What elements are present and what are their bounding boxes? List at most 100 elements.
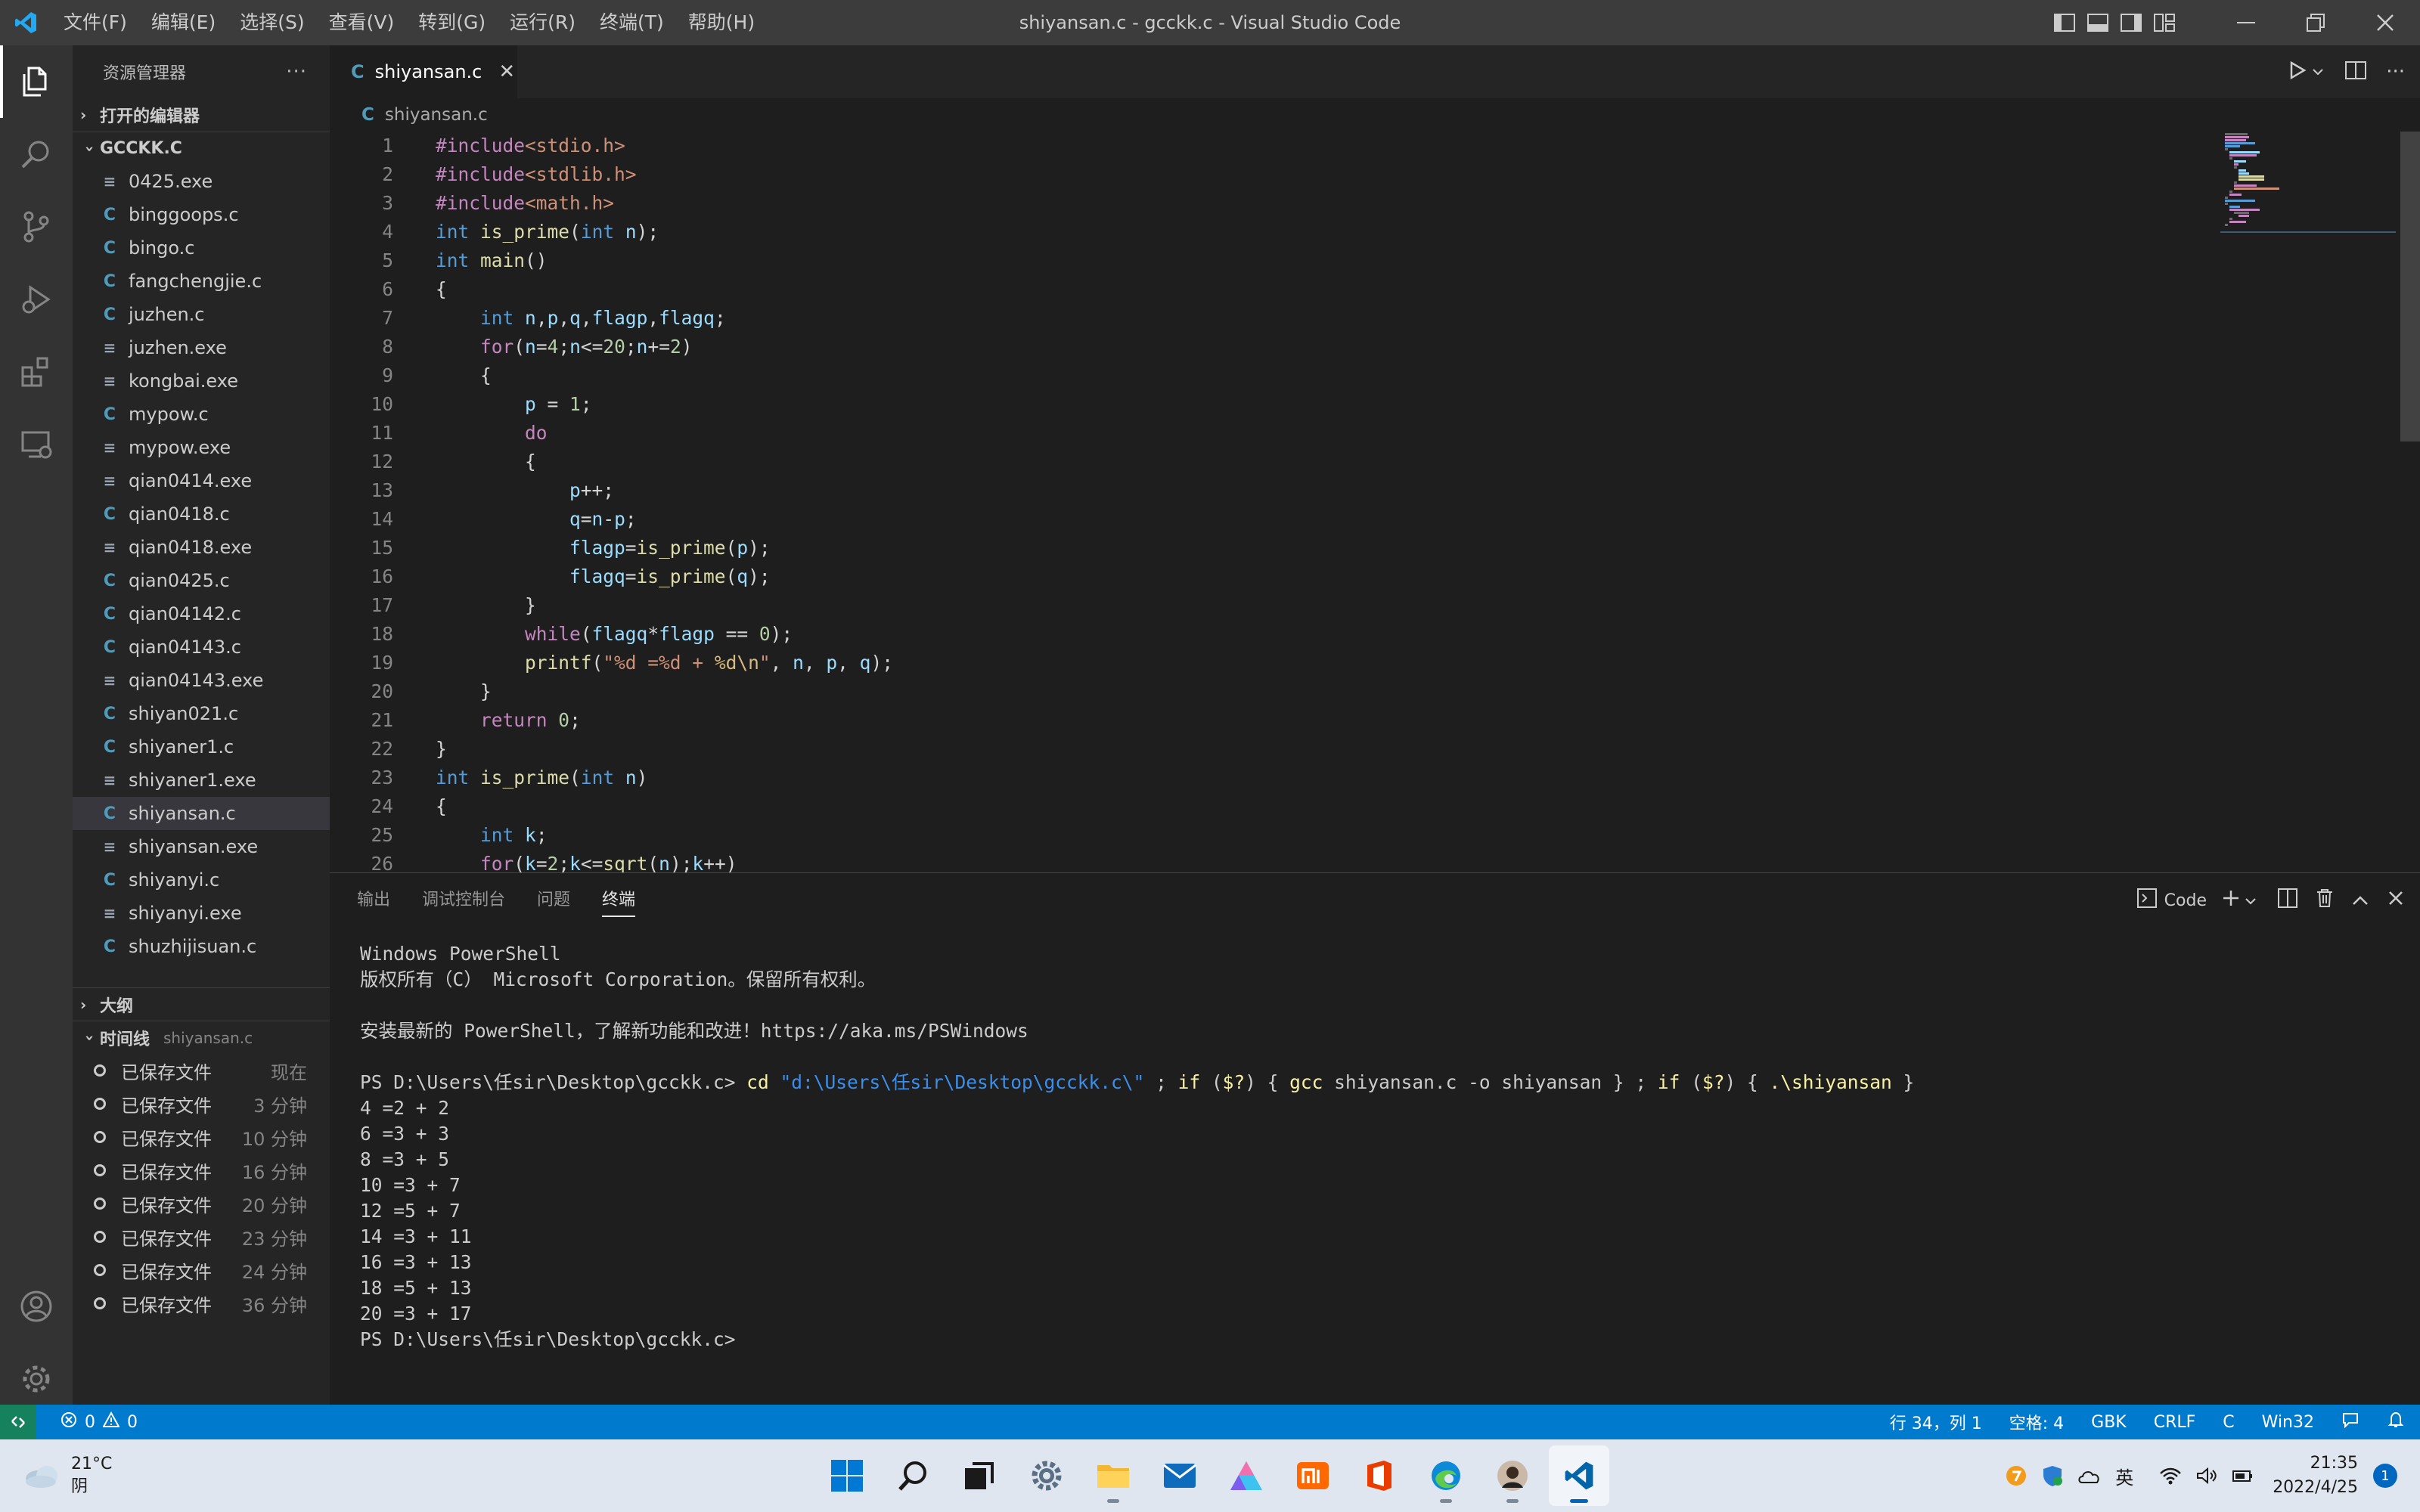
timeline-item[interactable]: 已保存文件 23 分钟 xyxy=(73,1220,330,1253)
notification-count-badge[interactable]: 1 xyxy=(2373,1464,2397,1488)
file-item[interactable]: Cqian0425.c xyxy=(73,564,330,597)
new-terminal-plus-icon[interactable] xyxy=(2222,889,2240,912)
source-control-icon[interactable] xyxy=(0,191,73,263)
timeline-item[interactable]: 已保存文件 36 分钟 xyxy=(73,1287,330,1320)
accounts-icon[interactable] xyxy=(0,1270,73,1343)
close-window-icon[interactable] xyxy=(2350,0,2420,45)
file-item[interactable]: Cbinggoops.c xyxy=(73,198,330,231)
mi-app-icon[interactable] xyxy=(1283,1445,1343,1506)
explorer-icon[interactable] xyxy=(0,45,73,118)
timeline-item[interactable]: 已保存文件 20 分钟 xyxy=(73,1187,330,1220)
menu-file[interactable]: 文件(F) xyxy=(51,0,139,45)
search-icon[interactable] xyxy=(0,118,73,191)
timeline-item[interactable]: 已保存文件 3 分钟 xyxy=(73,1087,330,1120)
menu-help[interactable]: 帮助(H) xyxy=(676,0,767,45)
tab-problems[interactable]: 问题 xyxy=(537,873,570,928)
remote-indicator-icon[interactable] xyxy=(0,1405,36,1439)
more-actions-icon[interactable]: ··· xyxy=(2386,60,2405,83)
office-icon[interactable] xyxy=(1349,1445,1410,1506)
feedback-icon[interactable] xyxy=(2341,1411,2360,1433)
split-editor-icon[interactable] xyxy=(2345,61,2367,82)
menu-view[interactable]: 查看(V) xyxy=(317,0,407,45)
photos-app-icon[interactable] xyxy=(1216,1445,1277,1506)
toggle-secondary-sidebar-icon[interactable] xyxy=(2114,0,2148,45)
code-editor[interactable]: 1 #include<stdio.h> 2 #include<stdlib.h> 3 #i… xyxy=(330,132,2402,872)
timeline-item[interactable]: 已保存文件 10 分钟 xyxy=(73,1120,330,1154)
file-item[interactable]: Cmypow.c xyxy=(73,398,330,431)
run-dropdown-chevron-icon[interactable] xyxy=(2312,65,2324,79)
toggle-primary-sidebar-icon[interactable] xyxy=(2048,0,2081,45)
file-item[interactable]: Cbingo.c xyxy=(73,231,330,265)
encoding[interactable]: GBK xyxy=(2091,1413,2127,1432)
folder-section[interactable]: › GCCKK.C xyxy=(73,132,330,165)
terminal-shell-label[interactable]: Code xyxy=(2164,891,2207,910)
timeline-section[interactable]: › 时间线 shiyansan.c xyxy=(73,1021,330,1054)
more-actions-icon[interactable]: ··· xyxy=(286,60,307,83)
file-item[interactable]: ≡ mypow.exe xyxy=(73,431,330,464)
indentation[interactable]: 空格: 4 xyxy=(2009,1410,2064,1434)
split-terminal-icon[interactable] xyxy=(2278,888,2297,912)
file-item[interactable]: ≡ qian0418.exe xyxy=(73,531,330,564)
file-item[interactable]: Cshuzhijisuan.c xyxy=(73,930,330,963)
onedrive-cloud-icon[interactable] xyxy=(2077,1467,2102,1484)
file-item[interactable]: Cshiyanyi.c xyxy=(73,863,330,897)
menu-selection[interactable]: 选择(S) xyxy=(228,0,316,45)
tab-debug-console[interactable]: 调试控制台 xyxy=(422,873,505,928)
file-item[interactable]: Cshiyansan.c xyxy=(73,797,330,830)
file-item[interactable]: Cqian0418.c xyxy=(73,497,330,531)
file-explorer-icon[interactable] xyxy=(1083,1445,1143,1506)
vscode-taskbar-icon[interactable] xyxy=(1549,1445,1609,1506)
remote-explorer-icon[interactable] xyxy=(0,408,73,481)
task-view-icon[interactable] xyxy=(950,1445,1010,1506)
file-item[interactable]: ≡ 0425.exe xyxy=(73,165,330,198)
timeline-item[interactable]: 已保存文件 16 分钟 xyxy=(73,1154,330,1187)
end-of-line[interactable]: CRLF xyxy=(2154,1413,2196,1432)
weather-widget[interactable]: 21°C 阴 xyxy=(23,1445,112,1506)
file-item[interactable]: ≡ juzhen.exe xyxy=(73,331,330,364)
terminal-output[interactable]: Windows PowerShell 版权所有（C） Microsoft Corp… xyxy=(360,941,2402,1352)
close-tab-icon[interactable]: ✕ xyxy=(498,60,515,83)
platform[interactable]: Win32 xyxy=(2262,1413,2314,1432)
kill-terminal-trash-icon[interactable] xyxy=(2316,888,2334,912)
outline-section[interactable]: › 大纲 xyxy=(73,987,330,1021)
editor-scrollbar-thumb[interactable] xyxy=(2400,132,2420,442)
customize-layout-icon[interactable] xyxy=(2148,0,2181,45)
menu-go[interactable]: 转到(G) xyxy=(406,0,498,45)
battery-icon[interactable] xyxy=(2232,1467,2254,1485)
clock[interactable]: 21:35 2022/4/25 xyxy=(2273,1452,2358,1500)
tab-shiyansan-c[interactable]: C shiyansan.c ✕ xyxy=(330,45,517,98)
run-code-icon[interactable] xyxy=(2288,60,2307,83)
mail-icon[interactable] xyxy=(1150,1445,1210,1506)
menu-edit[interactable]: 编辑(E) xyxy=(139,0,228,45)
language-mode[interactable]: C xyxy=(2223,1413,2234,1432)
file-item[interactable]: Cshiyaner1.c xyxy=(73,730,330,764)
file-item[interactable]: Cjuzhen.c xyxy=(73,298,330,331)
file-item[interactable]: Cqian04143.c xyxy=(73,631,330,664)
problems-indicator[interactable]: 0 0 xyxy=(60,1405,138,1439)
breadcrumb[interactable]: C shiyansan.c xyxy=(330,98,2420,132)
search-taskbar-icon[interactable] xyxy=(883,1445,944,1506)
notifications-bell-icon[interactable] xyxy=(2387,1411,2405,1433)
input-method-indicator[interactable]: 英 xyxy=(2115,1463,2133,1489)
toggle-panel-icon[interactable] xyxy=(2081,0,2114,45)
file-item[interactable]: ≡ qian0414.exe xyxy=(73,464,330,497)
minimap[interactable] xyxy=(2220,132,2402,237)
terminal-dropdown-chevron-icon[interactable] xyxy=(2245,891,2257,910)
file-item[interactable]: Cshiyan021.c xyxy=(73,697,330,730)
tab-terminal[interactable]: 终端 xyxy=(602,873,636,928)
file-item[interactable]: Cfangchengjie.c xyxy=(73,265,330,298)
tab-output[interactable]: 输出 xyxy=(357,873,390,928)
cursor-position[interactable]: 行 34，列 1 xyxy=(1890,1410,1982,1434)
run-debug-icon[interactable] xyxy=(0,263,73,336)
start-windows-icon[interactable] xyxy=(817,1445,877,1506)
extensions-icon[interactable] xyxy=(0,336,73,408)
volume-icon[interactable] xyxy=(2195,1467,2218,1485)
security-shield-icon[interactable] xyxy=(2041,1464,2064,1487)
close-panel-icon[interactable] xyxy=(2388,891,2403,910)
open-editors-section[interactable]: › 打开的编辑器 xyxy=(73,98,330,132)
file-item[interactable]: ≡ qian04143.exe xyxy=(73,664,330,697)
timeline-item[interactable]: 已保存文件 24 分钟 xyxy=(73,1253,330,1287)
menu-run[interactable]: 运行(R) xyxy=(498,0,588,45)
user-avatar-app-icon[interactable] xyxy=(1482,1445,1543,1506)
timeline-item[interactable]: 已保存文件 现在 xyxy=(73,1054,330,1087)
